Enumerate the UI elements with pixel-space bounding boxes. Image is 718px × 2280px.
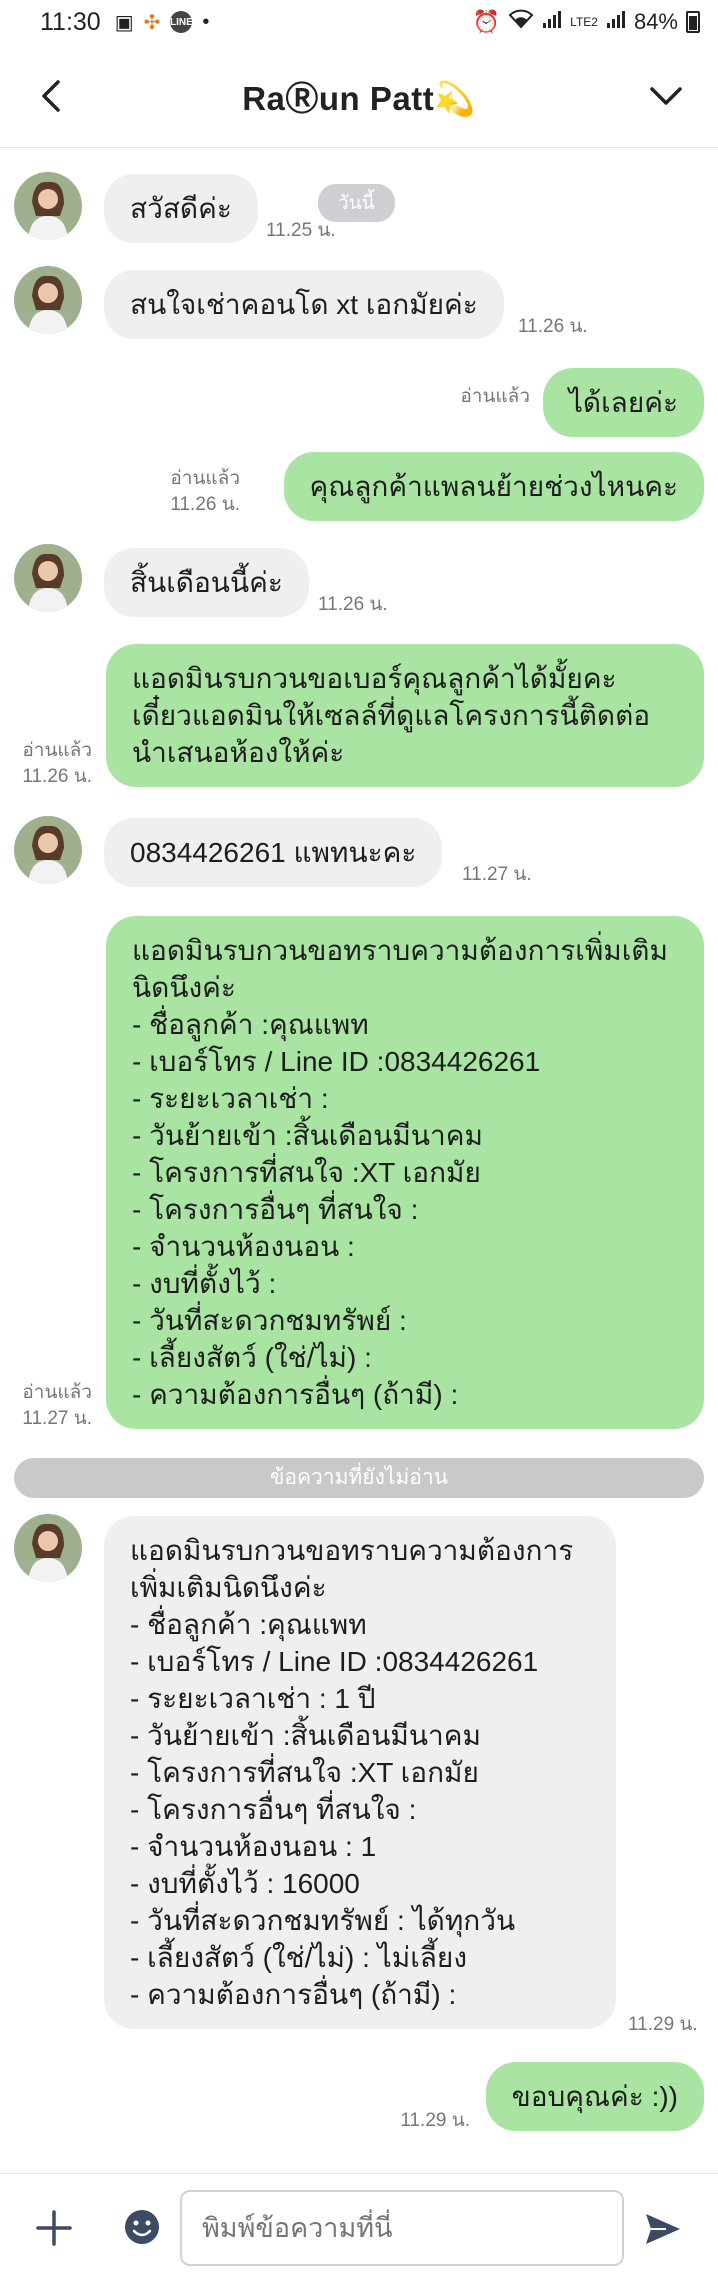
back-arrow-icon[interactable] bbox=[30, 74, 74, 118]
incoming-message-bubble[interactable]: สวัสดีค่ะ bbox=[104, 174, 258, 243]
message-composer bbox=[0, 2173, 718, 2280]
read-receipt: อ่านแล้ว bbox=[460, 386, 530, 407]
contact-avatar[interactable] bbox=[14, 172, 82, 240]
outgoing-message-bubble[interactable]: ขอบคุณค่ะ :)) bbox=[485, 2062, 704, 2131]
signal-icon bbox=[542, 9, 562, 35]
unread-messages-divider: ข้อความที่ยังไม่อ่าน bbox=[14, 1458, 704, 1498]
battery-icon bbox=[686, 11, 700, 33]
send-icon[interactable] bbox=[642, 2208, 684, 2250]
message-list[interactable]: สวัสดีค่ะ วันนี้ 11.25 น. สนใจเช่าคอนโด … bbox=[0, 148, 718, 2173]
message-time: 11.29 น. bbox=[400, 2110, 470, 2131]
incoming-message-bubble[interactable]: 0834426261 แพทนะคะ bbox=[104, 818, 443, 887]
incoming-message-bubble[interactable]: สนใจเช่าคอนโด xt เอกมัยค่ะ bbox=[104, 270, 504, 339]
status-time: 11:30 bbox=[40, 7, 101, 36]
chat-title: RaⓇun Patt💫 bbox=[242, 79, 476, 117]
emoji-icon[interactable] bbox=[122, 2207, 162, 2247]
notification-app-icon: ✣ bbox=[143, 11, 161, 34]
contact-avatar[interactable] bbox=[14, 544, 82, 612]
date-badge: วันนี้ bbox=[318, 184, 395, 222]
plus-icon[interactable] bbox=[34, 2208, 74, 2248]
message-time: 11.27 น. bbox=[22, 1408, 92, 1429]
read-receipt: อ่านแล้ว bbox=[22, 740, 92, 761]
message-time: 11.26 น. bbox=[170, 494, 240, 515]
incoming-message-bubble[interactable]: แอดมินรบกวนขอทราบความต้องการ เพิ่มเติมนิ… bbox=[104, 1516, 616, 2029]
status-bar: 11:30 ▣ ✣ LINE • ⏰ LTE2 84% bbox=[0, 0, 718, 44]
contact-avatar[interactable] bbox=[14, 266, 82, 334]
message-time: 11.25 น. bbox=[266, 220, 336, 241]
chevron-down-icon[interactable] bbox=[644, 74, 688, 118]
wifi-icon bbox=[508, 9, 534, 35]
message-time: 11.27 น. bbox=[462, 864, 532, 885]
gallery-icon: ▣ bbox=[114, 11, 134, 34]
outgoing-message-bubble[interactable]: แอดมินรบกวนขอเบอร์คุณลูกค้าได้มั้ยคะ เดี… bbox=[106, 644, 704, 787]
more-notifications-dot-icon: • bbox=[202, 10, 210, 33]
alarm-icon: ⏰ bbox=[472, 9, 501, 34]
contact-avatar[interactable] bbox=[14, 816, 82, 884]
message-time: 11.29 น. bbox=[628, 2014, 698, 2035]
outgoing-message-bubble[interactable]: ได้เลยค่ะ bbox=[542, 368, 704, 437]
signal-2-icon bbox=[606, 9, 626, 35]
read-receipt: อ่านแล้ว bbox=[170, 468, 240, 489]
message-time: 11.26 น. bbox=[518, 316, 588, 337]
battery-percent: 84% bbox=[633, 9, 678, 34]
message-time: 11.26 น. bbox=[318, 594, 388, 615]
incoming-message-bubble[interactable]: สิ้นเดือนนี้ค่ะ bbox=[104, 548, 309, 617]
read-receipt: อ่านแล้ว bbox=[22, 1382, 92, 1403]
outgoing-message-bubble[interactable]: คุณลูกค้าแพลนย้ายช่วงไหนคะ bbox=[283, 452, 704, 521]
line-app-icon: LINE bbox=[170, 11, 193, 33]
contact-avatar[interactable] bbox=[14, 1514, 82, 1582]
message-time: 11.26 น. bbox=[22, 766, 92, 787]
outgoing-message-bubble[interactable]: แอดมินรบกวนขอทราบความต้องการเพิ่มเติม นิ… bbox=[106, 916, 704, 1429]
network-type-label: LTE2 bbox=[570, 15, 598, 29]
message-input[interactable] bbox=[180, 2190, 624, 2266]
chat-header: RaⓇun Patt💫 bbox=[0, 44, 718, 148]
